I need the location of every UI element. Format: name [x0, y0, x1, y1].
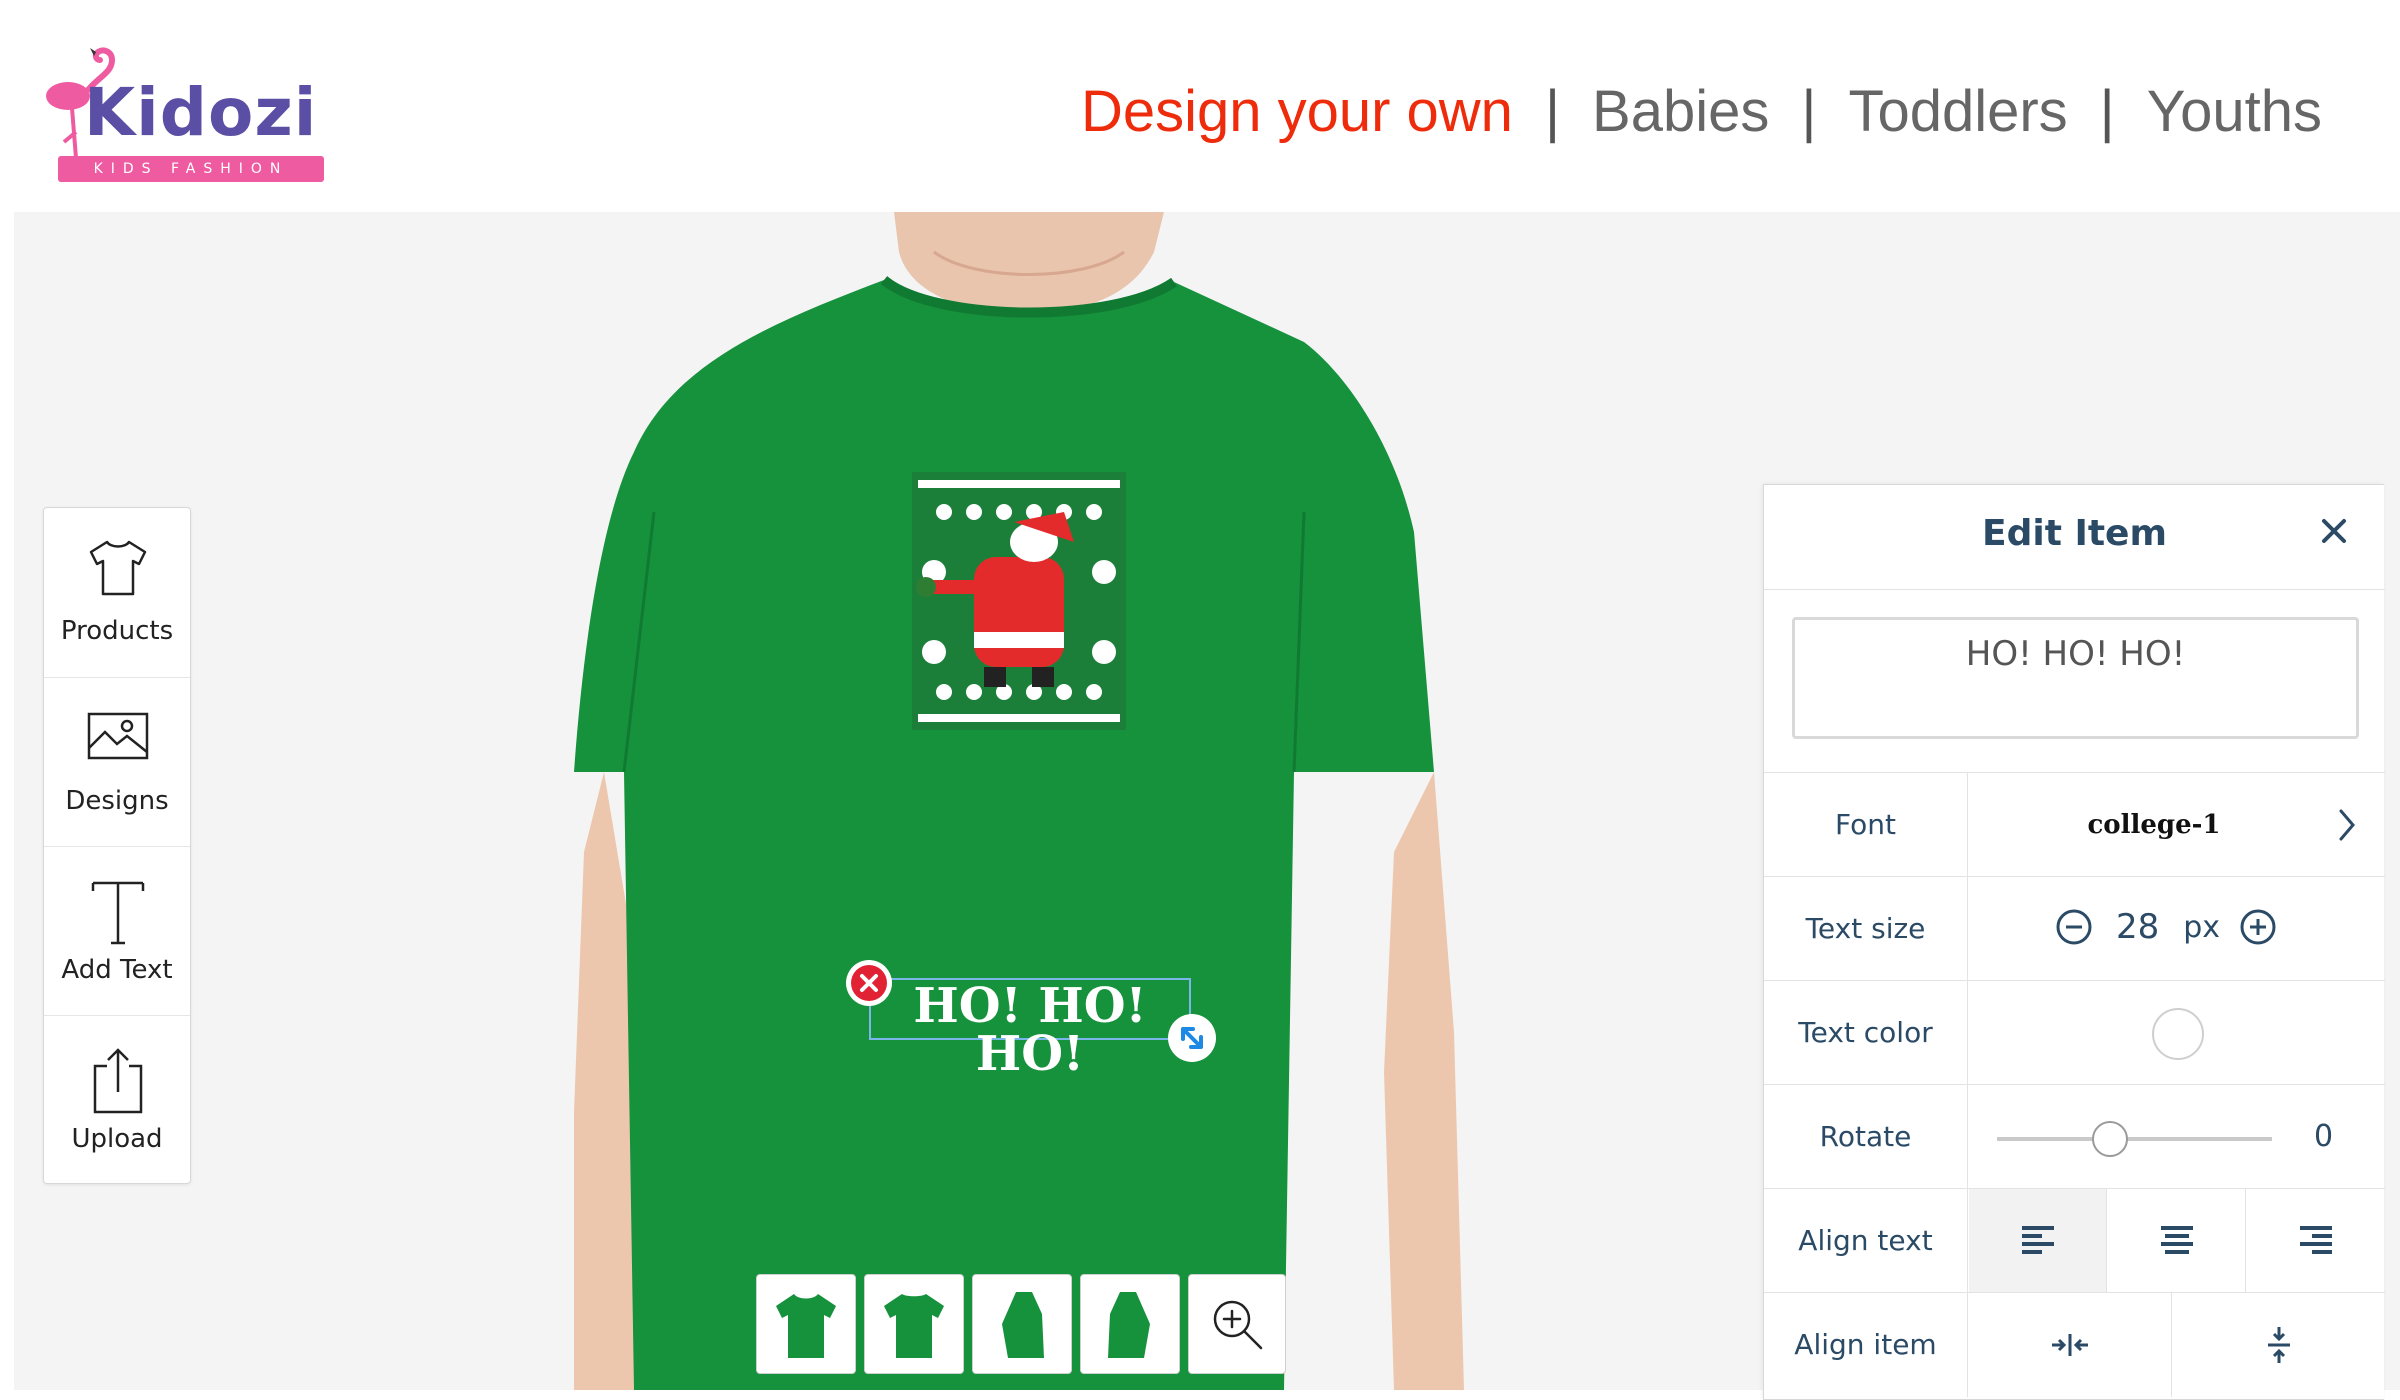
align-horizontal-center-icon [2052, 1334, 2088, 1356]
rotate-control: 0 [1969, 1085, 2385, 1189]
align-center-icon [2160, 1226, 2193, 1254]
color-swatch[interactable] [2152, 1008, 2204, 1060]
align-right-icon [2300, 1226, 2332, 1254]
align-item-control [1969, 1293, 2385, 1397]
resize-handle-icon[interactable] [1166, 1012, 1218, 1064]
text-size-value[interactable]: 28 [2116, 907, 2159, 947]
thumbnail-back[interactable] [864, 1274, 964, 1374]
upload-icon [93, 1048, 143, 1114]
increase-size-icon[interactable] [2238, 907, 2278, 947]
align-left-icon [2021, 1226, 2054, 1254]
shirt-text-element[interactable]: HO! HO! HO! [870, 982, 1190, 1078]
chevron-right-icon [2339, 809, 2355, 841]
delete-item-icon[interactable] [844, 958, 894, 1008]
main-nav: Design your own | Babies | Toddlers | Yo… [1081, 78, 2322, 145]
thumbnail-left[interactable] [972, 1274, 1072, 1374]
brand-name: Kidozi [84, 74, 318, 151]
tool-designs-button[interactable]: Designs [44, 677, 190, 846]
align-item-vertical-button[interactable] [2173, 1293, 2385, 1397]
tool-label: Designs [65, 786, 169, 816]
decrease-size-icon[interactable] [2054, 907, 2094, 947]
brand-tagline: KIDS FASHION [93, 161, 289, 177]
rotate-value: 0 [2314, 1119, 2334, 1154]
nav-youths[interactable]: Youths [2147, 78, 2322, 145]
tool-add-text-button[interactable]: Add Text [44, 846, 190, 1015]
nav-design-your-own[interactable]: Design your own [1081, 78, 1513, 145]
image-icon [87, 712, 149, 760]
align-item-horizontal-button[interactable] [1969, 1293, 2172, 1397]
text-color-row: Text color [1764, 980, 2385, 1085]
text-content-input[interactable]: HO! HO! HO! [1792, 617, 2359, 739]
rotate-label: Rotate [1764, 1085, 1968, 1189]
thumbnail-right[interactable] [1080, 1274, 1180, 1374]
align-text-control [1969, 1189, 2385, 1293]
panel-title: Edit Item [1982, 513, 2167, 554]
font-label: Font [1764, 773, 1968, 877]
zoom-button[interactable] [1188, 1274, 1286, 1374]
left-side-view-icon [1002, 1292, 1044, 1358]
text-color-control [1969, 981, 2385, 1085]
align-text-row: Align text [1764, 1188, 2385, 1293]
close-icon[interactable] [2314, 511, 2354, 551]
font-value: college-1 [2087, 810, 2221, 840]
rotate-slider-handle[interactable] [2092, 1121, 2128, 1157]
align-item-label: Align item [1764, 1293, 1968, 1397]
rotate-slider-track[interactable] [1997, 1137, 2272, 1141]
right-side-view-icon [1108, 1292, 1150, 1358]
align-text-label: Align text [1764, 1189, 1968, 1293]
panel-divider [1764, 589, 2385, 590]
text-size-control: 28 px [1969, 877, 2385, 981]
text-size-label: Text size [1764, 877, 1968, 981]
header: Kidozi KIDS FASHION Design your own | Ba… [0, 0, 2400, 212]
nav-separator: | [1801, 79, 1817, 144]
text-color-label: Text color [1764, 981, 1968, 1085]
font-selector[interactable]: college-1 [1969, 773, 2385, 877]
edit-item-panel: Edit Item HO! HO! HO! Font college-1 Tex… [1763, 484, 2385, 1400]
front-view-icon [776, 1294, 836, 1358]
nav-separator: | [2099, 79, 2115, 144]
tool-sidebar: Products Designs Add Text Upload [43, 507, 191, 1184]
font-row: Font college-1 [1764, 772, 2385, 877]
align-vertical-center-icon [2268, 1327, 2290, 1363]
align-item-row: Align item [1764, 1292, 2385, 1397]
nav-babies[interactable]: Babies [1592, 78, 1769, 145]
nav-toddlers[interactable]: Toddlers [1848, 78, 2067, 145]
align-center-button[interactable] [2108, 1189, 2246, 1293]
tool-label: Upload [71, 1124, 163, 1154]
back-view-icon [884, 1294, 944, 1358]
thumbnail-front[interactable] [756, 1274, 856, 1374]
tool-products-button[interactable]: Products [44, 508, 190, 677]
nav-separator: | [1544, 79, 1561, 144]
tool-upload-button[interactable]: Upload [44, 1015, 190, 1184]
align-right-button[interactable] [2247, 1189, 2385, 1293]
rotate-row: Rotate 0 [1764, 1084, 2385, 1189]
tool-label: Products [60, 616, 174, 646]
text-icon [91, 881, 145, 945]
zoom-in-icon [1213, 1300, 1263, 1350]
view-thumbnails [756, 1274, 1286, 1374]
tool-label: Add Text [61, 955, 173, 985]
brand-logo[interactable]: Kidozi KIDS FASHION [38, 46, 328, 186]
text-size-unit: px [2183, 909, 2221, 945]
tshirt-icon [89, 540, 147, 596]
align-left-button[interactable] [1969, 1189, 2107, 1293]
text-size-row: Text size 28 px [1764, 876, 2385, 981]
